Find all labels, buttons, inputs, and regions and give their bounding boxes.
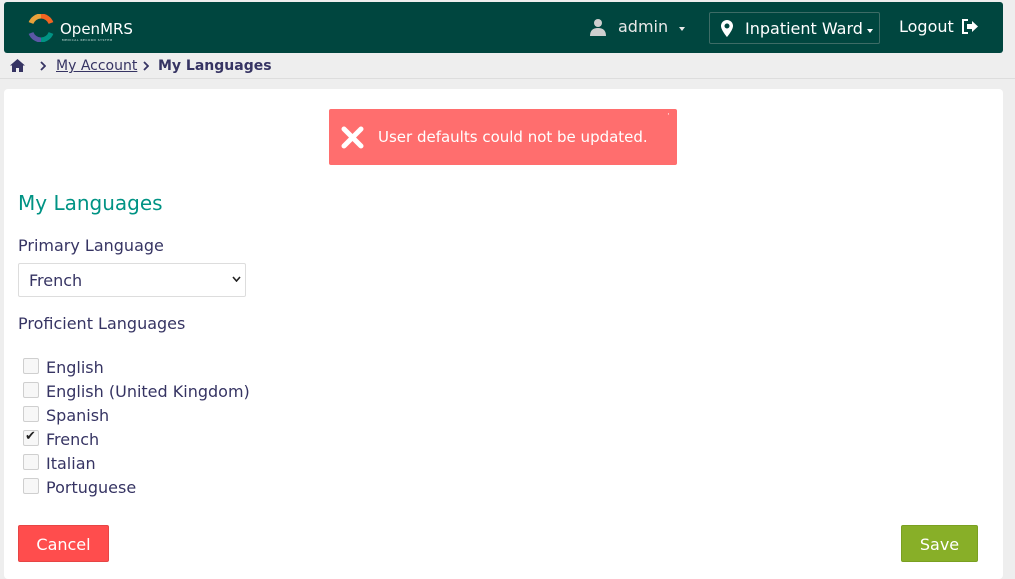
primary-language-label: Primary Language <box>18 236 164 255</box>
top-header: OpenMRS MEDICAL RECORD SYSTEM admin Inpa… <box>4 2 1003 53</box>
cancel-button[interactable]: Cancel <box>18 525 109 562</box>
checkbox[interactable]: ✔ <box>23 382 39 398</box>
primary-language-value: French <box>29 271 83 290</box>
breadcrumb-divider <box>0 78 1015 79</box>
language-label: Spanish <box>46 406 110 425</box>
chevron-right-icon <box>40 61 46 71</box>
error-x-icon <box>341 126 364 149</box>
logout-label: Logout <box>899 17 954 36</box>
checkbox[interactable]: ✔ <box>23 478 39 494</box>
language-checkbox-english-uk[interactable]: ✔ English (United Kingdom) <box>23 381 263 401</box>
logo-subtext: MEDICAL RECORD SYSTEM <box>62 38 113 42</box>
user-menu-label: admin <box>618 17 669 36</box>
breadcrumb-my-account-link[interactable]: My Account <box>56 58 137 74</box>
sign-out-icon <box>962 19 978 34</box>
error-alert: User defaults could not be updated. · <box>329 109 677 165</box>
home-icon[interactable] <box>10 59 25 72</box>
chevron-right-icon <box>143 61 149 71</box>
openmrs-logo-icon <box>28 14 54 42</box>
chevron-down-icon <box>867 29 873 33</box>
checkbox[interactable]: ✔ <box>23 406 39 422</box>
check-icon: ✔ <box>25 429 36 444</box>
main-panel: User defaults could not be updated. · My… <box>4 89 1003 579</box>
language-label: Italian <box>46 454 96 473</box>
alert-message: User defaults could not be updated. <box>378 128 648 146</box>
user-icon <box>590 19 606 36</box>
language-label: Portuguese <box>46 478 137 497</box>
alert-close-button[interactable]: · <box>667 110 670 120</box>
page-title: My Languages <box>18 191 163 215</box>
chevron-down-icon <box>232 276 241 282</box>
language-checkbox-italian[interactable]: ✔ Italian <box>23 453 263 473</box>
language-checkbox-english[interactable]: ✔ English <box>23 357 263 377</box>
logo-text: OpenMRS <box>60 20 133 38</box>
proficient-languages-label: Proficient Languages <box>18 314 186 333</box>
checkbox[interactable]: ✔ <box>23 358 39 374</box>
location-menu[interactable]: Inpatient Ward <box>709 12 880 44</box>
chevron-down-icon <box>679 27 685 31</box>
language-checkbox-spanish[interactable]: ✔ Spanish <box>23 405 263 425</box>
language-label: French <box>46 430 100 449</box>
breadcrumb-current: My Languages <box>158 58 272 74</box>
primary-language-select[interactable]: French <box>18 263 246 297</box>
logout-link[interactable]: Logout <box>899 16 983 40</box>
language-label: English <box>46 358 104 377</box>
checkbox[interactable]: ✔ <box>23 429 39 446</box>
language-checkbox-french[interactable]: ✔ French <box>23 429 263 449</box>
location-menu-label: Inpatient Ward <box>745 19 863 38</box>
language-checkbox-portuguese[interactable]: ✔ Portuguese <box>23 477 263 497</box>
save-button[interactable]: Save <box>901 525 978 562</box>
map-marker-icon <box>721 20 733 37</box>
language-label: English (United Kingdom) <box>46 382 250 401</box>
checkbox[interactable]: ✔ <box>23 454 39 470</box>
